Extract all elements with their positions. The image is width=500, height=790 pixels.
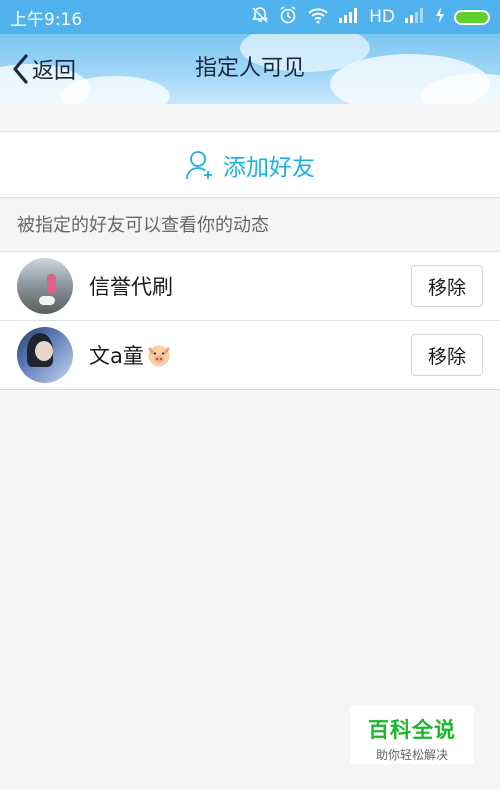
charging-icon bbox=[435, 7, 445, 27]
network-type: HD bbox=[369, 7, 395, 27]
status-time: 上午9:16 bbox=[10, 9, 83, 30]
friend-name-text: 文a童 bbox=[89, 344, 144, 368]
signal-weak-icon bbox=[404, 7, 426, 28]
friend-list: 信誉代刷 移除 文a童 移除 bbox=[0, 251, 500, 390]
watermark-logo: 百科全说 助你轻松解决 bbox=[350, 706, 474, 764]
status-bar: 上午9:16 HD bbox=[0, 0, 500, 34]
add-user-icon bbox=[186, 150, 212, 179]
list-item: 文a童 移除 bbox=[0, 321, 500, 390]
friend-name-text: 信誉代刷 bbox=[89, 275, 173, 299]
remove-button[interactable]: 移除 bbox=[411, 265, 483, 307]
alarm-icon bbox=[278, 5, 298, 30]
pig-face-emoji-icon bbox=[148, 345, 170, 367]
avatar[interactable] bbox=[17, 258, 73, 314]
friend-name: 文a童 bbox=[89, 340, 172, 370]
list-item: 信誉代刷 移除 bbox=[0, 252, 500, 321]
friend-name: 信誉代刷 bbox=[89, 271, 173, 301]
remove-button[interactable]: 移除 bbox=[411, 334, 483, 376]
avatar[interactable] bbox=[17, 327, 73, 383]
wifi-icon bbox=[307, 6, 329, 29]
add-friend-label: 添加好友 bbox=[223, 154, 315, 181]
nav-header: 返回 指定人可见 bbox=[0, 34, 500, 104]
add-friend-button[interactable]: 添加好友 bbox=[0, 131, 500, 198]
hint-text: 被指定的好友可以查看你的动态 bbox=[17, 215, 269, 236]
signal-icon bbox=[338, 7, 360, 28]
watermark-slogan: 助你轻松解决 bbox=[375, 748, 448, 762]
bell-mute-icon bbox=[251, 6, 269, 29]
watermark-brand: 百科全说 bbox=[368, 718, 456, 742]
status-icons: HD bbox=[251, 5, 490, 30]
battery-icon bbox=[454, 9, 490, 25]
page-title: 指定人可见 bbox=[194, 56, 305, 81]
